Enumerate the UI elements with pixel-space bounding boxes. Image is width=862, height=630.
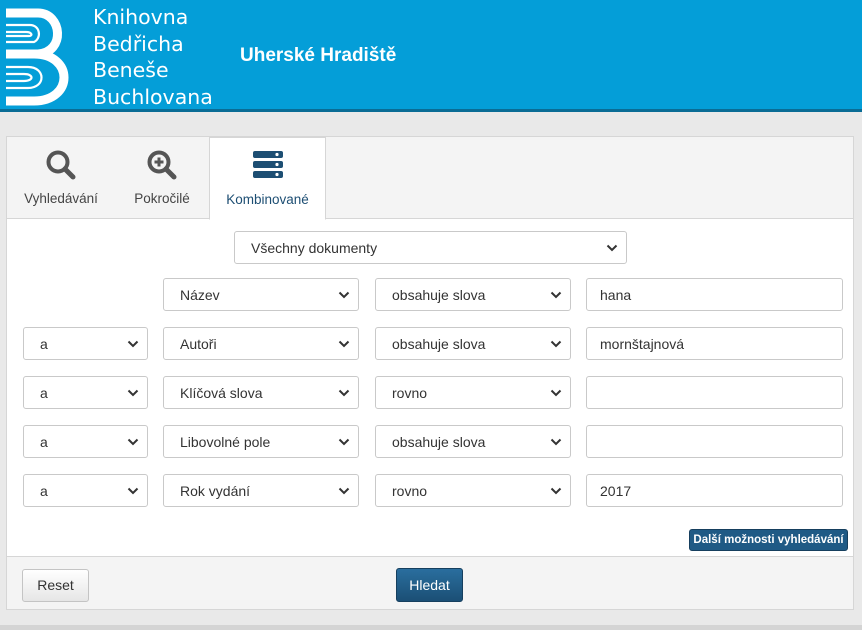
site-header: Knihovna Bedřicha Beneše Buchlovana Uher… <box>0 0 862 112</box>
selected-value: a <box>40 336 48 352</box>
condition-select[interactable]: obsahuje slova <box>375 425 571 458</box>
selected-value: obsahuje slova <box>392 336 486 352</box>
field-select[interactable]: Název <box>163 278 359 311</box>
selected-value: Autoři <box>180 336 217 352</box>
field-select[interactable]: Libovolné pole <box>163 425 359 458</box>
server-stack-icon <box>252 151 283 178</box>
search-icon <box>46 150 76 180</box>
tab-label: Kombinované <box>226 192 309 207</box>
selected-value: Rok vydání <box>180 483 251 499</box>
search-term-input[interactable]: hana <box>586 278 843 311</box>
selected-value: Libovolné pole <box>180 434 271 450</box>
condition-select[interactable]: obsahuje slova <box>375 278 571 311</box>
tab-label: Pokročilé <box>134 191 190 206</box>
selected-value: Klíčová slova <box>180 385 263 401</box>
field-select[interactable]: Rok vydání <box>163 474 359 507</box>
chevron-down-icon <box>127 438 139 446</box>
chevron-down-icon <box>127 389 139 397</box>
chevron-down-icon <box>550 291 562 299</box>
search-term-input[interactable] <box>586 376 843 409</box>
selected-value: rovno <box>392 483 428 499</box>
chevron-down-icon <box>338 438 350 446</box>
chevron-down-icon <box>606 244 618 252</box>
condition-select[interactable]: rovno <box>375 376 571 409</box>
tab-advanced-search[interactable]: Pokročilé <box>121 137 203 219</box>
chevron-down-icon <box>127 340 139 348</box>
tab-label: Vyhledávání <box>24 191 98 206</box>
input-value: 2017 <box>600 483 632 499</box>
chevron-down-icon <box>550 487 562 495</box>
library-name-line: Knihovna <box>93 5 189 29</box>
reset-button[interactable]: Reset <box>22 569 89 602</box>
page-bottom-bar <box>0 625 862 630</box>
library-name-line: Buchlovana <box>93 84 213 109</box>
chevron-down-icon <box>127 487 139 495</box>
selected-value: Název <box>180 287 220 303</box>
selected-value: a <box>40 434 48 450</box>
chevron-down-icon <box>338 487 350 495</box>
tab-simple-search[interactable]: Vyhledávání <box>13 137 109 219</box>
field-select[interactable]: Klíčová slova <box>163 376 359 409</box>
search-button[interactable]: Hledat <box>396 568 463 602</box>
more-search-options-button[interactable]: Další možnosti vyhledávání <box>689 529 848 551</box>
boolean-operator-select[interactable]: a <box>23 425 148 458</box>
selected-value: a <box>40 483 48 499</box>
form-footer: Reset Hledat <box>7 556 853 609</box>
search-term-input[interactable]: mornštajnová <box>586 327 843 360</box>
input-value: hana <box>600 287 632 303</box>
selected-value: Všechny dokumenty <box>251 240 378 256</box>
library-city: Uherské Hradiště <box>240 45 397 66</box>
condition-select[interactable]: obsahuje slova <box>375 327 571 360</box>
chevron-down-icon <box>338 340 350 348</box>
library-name: Knihovna Bedřicha Beneše Buchlovana <box>93 4 213 110</box>
boolean-operator-select[interactable]: a <box>23 376 148 409</box>
chevron-down-icon <box>550 438 562 446</box>
document-type-select[interactable]: Všechny dokumenty <box>234 231 627 264</box>
search-term-input[interactable] <box>586 425 843 458</box>
tab-combined-search[interactable]: Kombinované <box>209 137 326 220</box>
library-name-line: Beneše <box>93 58 169 82</box>
chevron-down-icon <box>550 340 562 348</box>
search-panel: Vyhledávání Pokročilé Kombinované Všechn… <box>6 136 854 610</box>
library-name-line: Bedřicha <box>93 31 184 56</box>
condition-select[interactable]: rovno <box>375 474 571 507</box>
zoom-plus-icon <box>147 150 177 180</box>
selected-value: rovno <box>392 385 428 401</box>
search-tabs: Vyhledávání Pokročilé Kombinované <box>7 137 853 220</box>
boolean-operator-select[interactable]: a <box>23 327 148 360</box>
chevron-down-icon <box>338 291 350 299</box>
selected-value: obsahuje slova <box>392 287 486 303</box>
search-term-input[interactable]: 2017 <box>586 474 843 507</box>
input-value: mornštajnová <box>600 336 685 352</box>
boolean-operator-select[interactable]: a <box>23 474 148 507</box>
selected-value: a <box>40 385 48 401</box>
chevron-down-icon <box>550 389 562 397</box>
library-logo-icon[interactable] <box>4 8 80 106</box>
selected-value: obsahuje slova <box>392 434 486 450</box>
field-select[interactable]: Autoři <box>163 327 359 360</box>
chevron-down-icon <box>338 389 350 397</box>
